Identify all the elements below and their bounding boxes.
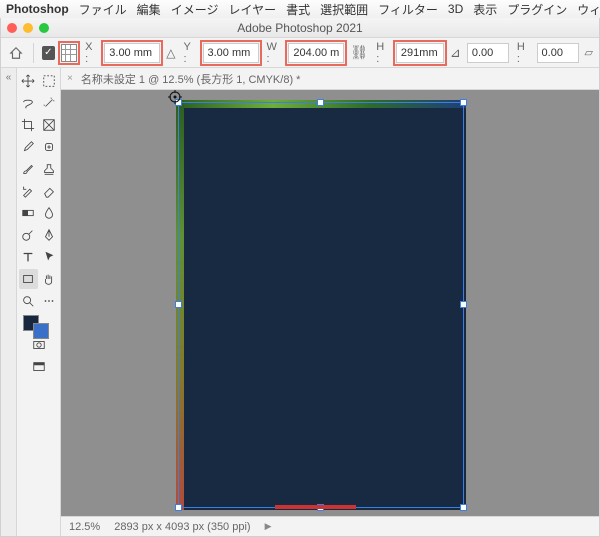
- delta-icon[interactable]: △: [166, 46, 175, 60]
- document-dimensions[interactable]: 2893 px x 4093 px (350 ppi): [114, 521, 250, 533]
- edit-toolbar[interactable]: [40, 291, 59, 311]
- skew-label: H :: [517, 41, 530, 65]
- transform-bounds[interactable]: [178, 102, 464, 508]
- close-button[interactable]: [7, 23, 17, 33]
- marquee-tool[interactable]: [40, 71, 59, 91]
- transform-handle[interactable]: [175, 301, 182, 308]
- zoom-tool[interactable]: [19, 291, 38, 311]
- path-select-tool[interactable]: [40, 247, 59, 267]
- home-icon[interactable]: [7, 43, 25, 63]
- close-tab-icon[interactable]: ×: [67, 73, 73, 84]
- workspace: × 名称未設定 1 @ 12.5% (長方形 1, CMYK/8) *: [61, 68, 599, 536]
- angle-icon: ⊿: [450, 45, 461, 61]
- h-field[interactable]: 291mm: [396, 43, 444, 63]
- document-canvas[interactable]: [176, 100, 466, 510]
- menu-item-view[interactable]: 表示: [473, 1, 497, 18]
- zoom-level[interactable]: 12.5%: [69, 521, 100, 533]
- dodge-tool[interactable]: [19, 225, 38, 245]
- reference-point-grid[interactable]: [61, 44, 77, 62]
- menu-item-file[interactable]: ファイル: [79, 1, 127, 18]
- transform-handle[interactable]: [460, 301, 467, 308]
- crop-tool[interactable]: [19, 115, 38, 135]
- hand-tool[interactable]: [40, 269, 59, 289]
- collapse-chevron-icon[interactable]: «: [6, 72, 12, 83]
- x-field[interactable]: 3.00 mm: [104, 43, 160, 63]
- status-bar: 12.5% 2893 px x 4093 px (350 ppi) ▶: [61, 516, 599, 536]
- status-menu-icon[interactable]: ▶: [265, 521, 272, 532]
- canvas-area[interactable]: [61, 90, 599, 516]
- move-tool[interactable]: [19, 71, 38, 91]
- heal-tool[interactable]: [40, 137, 59, 157]
- reference-point-toggle[interactable]: ✓: [42, 46, 55, 60]
- window-title: Adobe Photoshop 2021: [1, 21, 599, 35]
- skew-field[interactable]: 0.00: [537, 43, 579, 63]
- blur-tool[interactable]: [40, 203, 59, 223]
- separator: [33, 43, 34, 63]
- window-titlebar: Adobe Photoshop 2021: [1, 18, 599, 38]
- magic-wand-tool[interactable]: [40, 93, 59, 113]
- brush-tool[interactable]: [19, 159, 38, 179]
- frame-tool[interactable]: [40, 115, 59, 135]
- transform-handle[interactable]: [175, 504, 182, 511]
- transform-handle[interactable]: [460, 99, 467, 106]
- menu-item-select[interactable]: 選択範囲: [320, 1, 368, 18]
- y-field[interactable]: 3.00 mm: [203, 43, 259, 63]
- panel-rail: «: [1, 68, 17, 536]
- menu-item-edit[interactable]: 編集: [137, 1, 161, 18]
- menu-item-plugins[interactable]: プラグイン: [507, 1, 567, 18]
- overflow-indicator: [275, 505, 356, 509]
- traffic-lights: [7, 23, 49, 33]
- pen-tool[interactable]: [40, 225, 59, 245]
- eraser-tool[interactable]: [40, 181, 59, 201]
- transform-handle[interactable]: [460, 504, 467, 511]
- menu-item-3d[interactable]: 3D: [448, 2, 463, 16]
- reference-point-icon[interactable]: [168, 90, 182, 104]
- skew-icon: ▱: [585, 46, 593, 59]
- options-bar: ✓ X : 3.00 mm △ Y : 3.00 mm W : 204.00 m…: [1, 38, 599, 68]
- mac-menubar: Photoshop ファイル 編集 イメージ レイヤー 書式 選択範囲 フィルタ…: [0, 0, 600, 18]
- quick-mask-toggle[interactable]: [19, 335, 58, 355]
- menu-item-type[interactable]: 書式: [286, 1, 310, 18]
- menu-app[interactable]: Photoshop: [6, 2, 69, 16]
- menu-item-filter[interactable]: フィルター: [378, 1, 438, 18]
- h-label: H :: [376, 41, 389, 65]
- w-label: W :: [267, 41, 282, 65]
- minimize-button[interactable]: [23, 23, 33, 33]
- screen-mode-toggle[interactable]: [19, 357, 58, 377]
- x-label: X :: [85, 41, 97, 65]
- w-field[interactable]: 204.00 m: [288, 43, 344, 63]
- y-label: Y :: [184, 41, 196, 65]
- gradient-tool[interactable]: [19, 203, 38, 223]
- zoom-button[interactable]: [39, 23, 49, 33]
- menu-item-window[interactable]: ウィン: [577, 1, 600, 18]
- history-brush-tool[interactable]: [19, 181, 38, 201]
- menu-item-image[interactable]: イメージ: [171, 1, 219, 18]
- body-row: «: [1, 68, 599, 536]
- angle-field[interactable]: 0.00: [467, 43, 509, 63]
- lasso-tool[interactable]: [19, 93, 38, 113]
- app-window: Adobe Photoshop 2021 ✓ X : 3.00 mm △ Y :…: [0, 18, 600, 537]
- type-tool[interactable]: [19, 247, 38, 267]
- transform-handle[interactable]: [317, 99, 324, 106]
- stamp-tool[interactable]: [40, 159, 59, 179]
- link-icon[interactable]: ⛓: [350, 44, 368, 61]
- tools-panel: [17, 68, 61, 536]
- eyedropper-tool[interactable]: [19, 137, 38, 157]
- document-tabs: × 名称未設定 1 @ 12.5% (長方形 1, CMYK/8) *: [61, 68, 599, 90]
- document-tab[interactable]: 名称未設定 1 @ 12.5% (長方形 1, CMYK/8) *: [81, 71, 301, 87]
- rectangle-tool[interactable]: [19, 269, 38, 289]
- menu-item-layer[interactable]: レイヤー: [228, 1, 276, 18]
